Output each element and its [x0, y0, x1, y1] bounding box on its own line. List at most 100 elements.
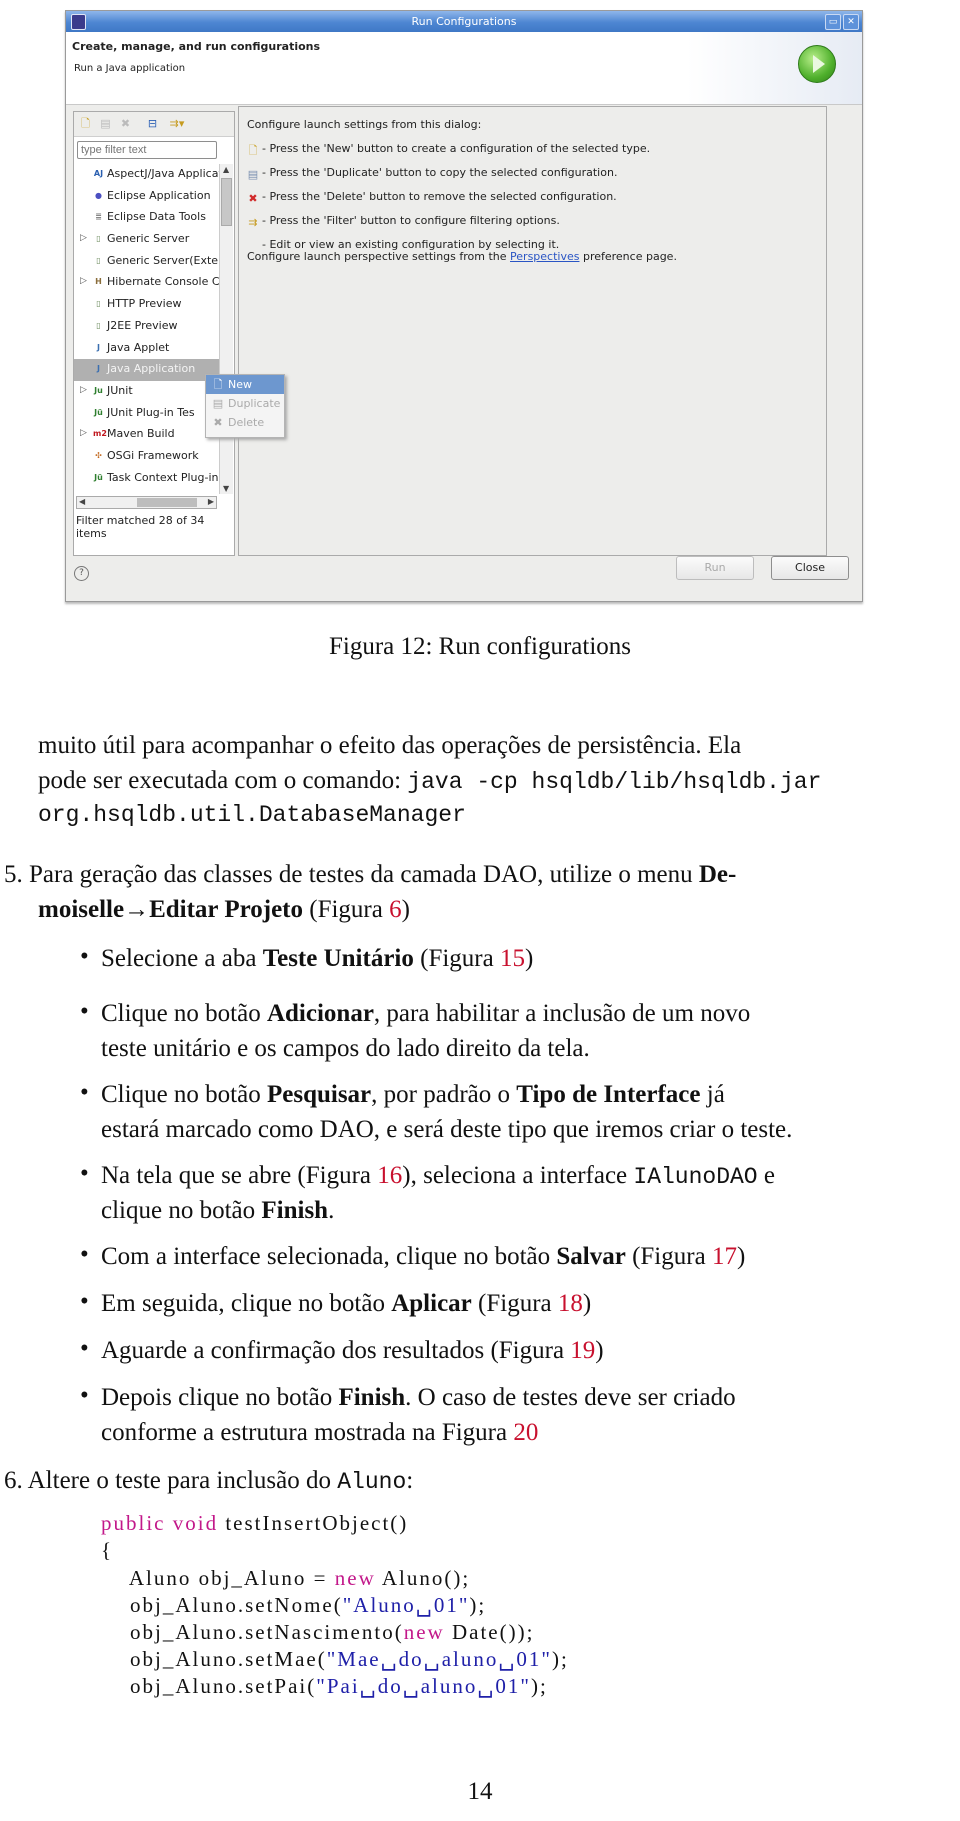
bold-term: Tipo de Interface [516, 1081, 701, 1108]
perspectives-link[interactable]: Perspectives [510, 250, 579, 263]
bullet-item: Selecione a aba Teste Unitário (Figura 1… [101, 941, 533, 976]
junit-icon: Ju [93, 493, 104, 494]
tree-item-label: Hibernate Console Co [107, 275, 219, 289]
figure-ref-link[interactable]: 18 [558, 1290, 583, 1317]
paragraph-line: pode ser executada com o comando: java -… [38, 763, 821, 800]
launch-config-tree-pane: 🗋 ▤ ✖ ⊟ ⇉▾ AJAspectJ/Java Applicati ● Ecli… [73, 111, 235, 556]
code-text: ); [531, 1674, 548, 1698]
scroll-left-icon[interactable]: ◀ [79, 497, 85, 506]
bullet-text: , por padrão o [371, 1081, 517, 1108]
figure-ref-link[interactable]: 6 [389, 896, 402, 923]
figure-ref-link[interactable]: 19 [570, 1337, 595, 1364]
scroll-right-icon[interactable]: ▶ [208, 497, 214, 506]
code-string: "Mae␣do␣aluno␣01" [326, 1647, 552, 1671]
expand-arrow-icon[interactable]: ▷ [80, 385, 87, 395]
bullet-text: teste unitário e os campos do lado direi… [101, 1035, 590, 1062]
junit-icon: Ju [94, 385, 103, 395]
tree-item[interactable]: AJ AspectJ/Java Applicati [74, 164, 219, 186]
figure-ref-link[interactable]: 15 [500, 945, 525, 972]
expand-arrow-icon[interactable]: ▷ [80, 276, 87, 286]
bullet-text: estará marcado como DAO, e será deste ti… [101, 1116, 793, 1143]
new-config-icon[interactable]: 🗋 [79, 117, 92, 130]
code-text: ); [469, 1593, 487, 1617]
item-number: 6. [4, 1467, 23, 1494]
tree-item[interactable]: ✣ OSGi Framework [74, 446, 219, 468]
item-number: 5. [4, 861, 23, 888]
tree-item[interactable]: JuTask Context Test [74, 489, 219, 494]
junit-plugin-icon: Jü [94, 472, 103, 482]
tree-toolbar: 🗋 ▤ ✖ ⊟ ⇉▾ [74, 112, 234, 137]
tree-item[interactable]: Jü JUnit Plug-in Tes [74, 403, 219, 425]
expand-arrow-icon[interactable]: ▷ [80, 428, 87, 438]
tree-item-label: Eclipse Application [107, 188, 211, 202]
figure-ref-link[interactable]: 16 [377, 1162, 402, 1189]
code-line: obj_Aluno.setPai("Pai␣do␣aluno␣01"); [101, 1673, 548, 1700]
item-text: Para geração das classes de testes da ca… [29, 861, 699, 888]
tree-item[interactable]: ▯ J2EE Preview [74, 316, 219, 338]
figure-ref-link[interactable]: 20 [513, 1419, 538, 1446]
close-button[interactable]: Close [771, 556, 849, 580]
code-text: obj_Aluno.setPai( [101, 1674, 317, 1698]
maximize-icon[interactable]: ▭ [825, 14, 841, 30]
tree-item[interactable]: ▷ Ju JUnit [74, 381, 219, 403]
tree-item[interactable]: ▷ ▯ Generic Server [74, 229, 219, 251]
tree-item[interactable]: ● Eclipse Application [74, 186, 219, 208]
scroll-up-icon[interactable]: ▲ [223, 165, 229, 174]
delete-icon[interactable]: ✖ [119, 117, 132, 130]
tree-item[interactable]: ▷ m2 Maven Build [74, 424, 219, 446]
filter-icon[interactable]: ⇉▾ [166, 117, 188, 130]
expand-arrow-icon[interactable]: ▷ [80, 233, 87, 243]
tree-vertical-scrollbar[interactable]: ▲ ▼ [219, 164, 233, 494]
tree-item-label: J2EE Preview [107, 318, 178, 332]
server-icon: ▯ [96, 320, 101, 330]
bullet-text: clique no botão [101, 1197, 262, 1224]
context-menu-item-new[interactable]: 🗋 New [206, 375, 284, 394]
code-line: { [101, 1537, 113, 1564]
dialog-header: Create, manage, and run configurations R… [66, 32, 862, 105]
run-button[interactable]: Run [676, 556, 754, 580]
tree-item-label: Java Applet [107, 340, 170, 354]
tree-item[interactable]: ▯ Generic Server(Extern [74, 251, 219, 273]
bullet-text: ) [595, 1337, 604, 1364]
tree-item[interactable]: ▯ HTTP Preview [74, 294, 219, 316]
tree-item[interactable]: ▷ H Hibernate Console Co [74, 272, 219, 294]
code-text: ); [551, 1647, 569, 1671]
filter-input[interactable] [77, 141, 217, 159]
help-icon[interactable]: ? [74, 566, 89, 581]
bullet-text: Na tela que se abre (Figura [101, 1162, 378, 1189]
item-text: (Figura [303, 896, 390, 923]
close-window-icon[interactable]: ✕ [843, 14, 859, 30]
scroll-down-icon[interactable]: ▼ [223, 484, 229, 493]
bullet-item: Em seguida, clique no botão Aplicar (Fig… [101, 1286, 591, 1321]
code-line: obj_Aluno.setNascimento(new Date()); [101, 1619, 534, 1646]
perspective-note: Configure launch perspective settings fr… [247, 250, 677, 263]
hscroll-thumb[interactable] [137, 498, 197, 507]
code-string: "Aluno␣01" [342, 1593, 470, 1617]
code-line: obj_Aluno.setNome("Aluno␣01"); [101, 1592, 486, 1619]
eclipse-icon: ● [95, 190, 102, 200]
bullet-icon: • [80, 1079, 89, 1106]
tree-item[interactable]: Jü Task Context Plug-in T [74, 468, 219, 490]
code-string: "Pai␣do␣aluno␣01" [316, 1674, 531, 1698]
instruction-text: - Press the 'New' button to create a con… [262, 142, 651, 155]
code-keyword: void [172, 1511, 219, 1535]
context-menu-item-duplicate[interactable]: ▤ Duplicate [206, 394, 284, 413]
menu-path: De- [698, 861, 737, 888]
figure-ref-link[interactable]: 17 [712, 1243, 737, 1270]
tree-horizontal-scrollbar[interactable]: ◀ ▶ [76, 496, 217, 509]
code-text: obj_Aluno.setNascimento( [101, 1620, 404, 1644]
item-text: ) [401, 896, 410, 923]
code-keyword: new [403, 1620, 445, 1644]
tree-item-label: JUnit [107, 383, 133, 397]
context-menu-item-delete[interactable]: ✖ Delete [206, 413, 284, 432]
duplicate-icon[interactable]: ▤ [99, 117, 112, 130]
instruction-text: - Press the 'Delete' button to remove th… [262, 190, 617, 203]
scroll-thumb[interactable] [221, 178, 232, 226]
code-text: Aluno(); [375, 1566, 471, 1590]
tree-item[interactable]: J Java Applet [74, 338, 219, 360]
tree-item-label: JUnit Plug-in Tes [107, 405, 195, 419]
tree-item[interactable]: J Java Application [74, 359, 219, 381]
collapse-all-icon[interactable]: ⊟ [146, 117, 159, 130]
code-text: Aluno obj_Aluno = [101, 1566, 335, 1590]
tree-item[interactable]: ≣ Eclipse Data Tools [74, 207, 219, 229]
